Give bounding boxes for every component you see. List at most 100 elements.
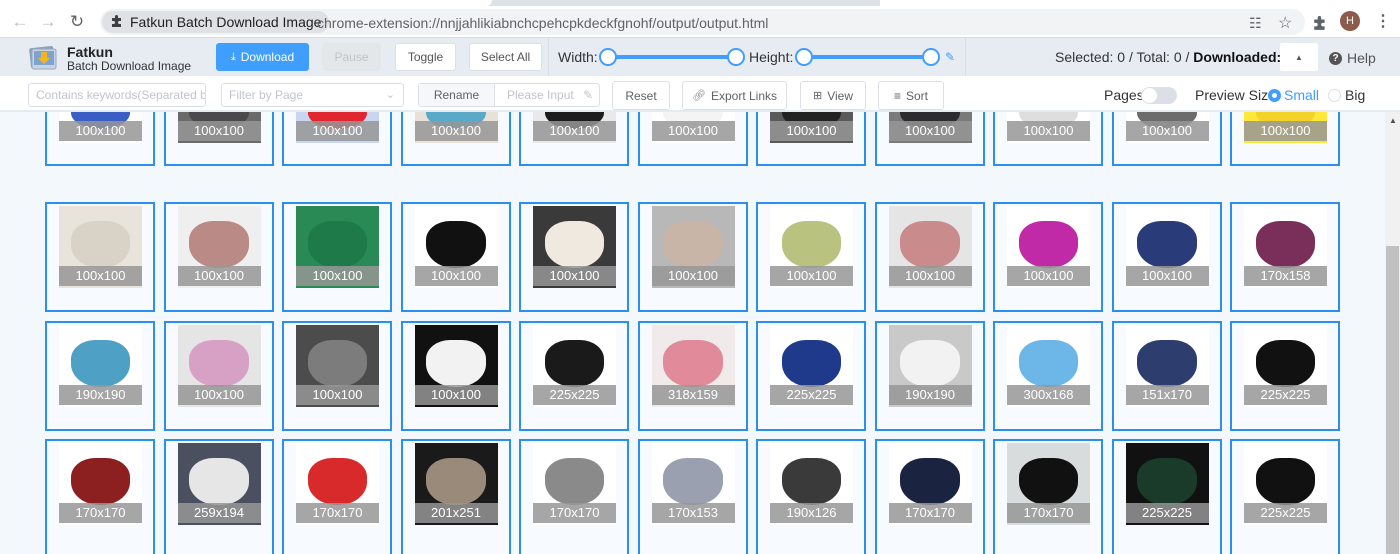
image-card[interactable]: 100x100 <box>163 202 274 312</box>
width-slider-track[interactable] <box>606 55 736 59</box>
image-card[interactable]: 100x100 <box>874 112 985 166</box>
image-card[interactable]: 201x251 <box>400 439 511 554</box>
image-card[interactable]: 100x100 <box>163 112 274 166</box>
preview-big-label[interactable]: Big <box>1345 87 1365 103</box>
header-divider <box>548 38 549 76</box>
height-slider-track[interactable] <box>803 55 931 59</box>
image-card[interactable]: 100x100 <box>1111 112 1222 166</box>
scroll-up-arrow-icon[interactable]: ▲ <box>1389 116 1397 125</box>
image-card[interactable]: 100x100 <box>756 202 866 312</box>
image-size-label: 100x100 <box>177 266 261 286</box>
image-card[interactable]: 300x168 <box>993 321 1103 431</box>
extensions-icon[interactable] <box>1313 16 1327 31</box>
image-card[interactable]: 151x170 <box>1111 321 1222 431</box>
scrollbar-thumb[interactable] <box>1386 246 1399 554</box>
toggle-button[interactable]: Toggle <box>395 43 456 71</box>
profile-avatar[interactable]: H <box>1340 11 1360 31</box>
image-card[interactable]: 170x170 <box>282 439 392 554</box>
image-content <box>426 457 486 506</box>
bookmark-star-icon[interactable]: ☆ <box>1278 13 1292 33</box>
image-card[interactable]: 100x100 <box>282 202 392 312</box>
image-size-label: 100x100 <box>414 266 498 286</box>
image-size-label: 190x190 <box>888 385 972 405</box>
forward-arrow-icon[interactable]: → <box>37 11 59 33</box>
image-card[interactable]: 100x100 <box>163 321 274 431</box>
image-content <box>1255 339 1316 388</box>
preview-big-radio[interactable] <box>1328 89 1341 102</box>
rename-input[interactable]: Please Input ✎ <box>495 84 599 106</box>
image-card[interactable]: 100x100 <box>637 202 748 312</box>
image-card[interactable]: 100x100 <box>993 202 1103 312</box>
view-button[interactable]: ⊞ View <box>800 81 866 110</box>
image-card[interactable]: 170x170 <box>519 439 629 554</box>
image-size-label: 300x168 <box>1007 385 1090 405</box>
image-card[interactable]: 170x158 <box>1230 202 1340 312</box>
image-card[interactable]: 318x159 <box>637 321 748 431</box>
rename-label[interactable]: Rename <box>419 84 495 106</box>
reset-button[interactable]: Reset <box>612 81 670 110</box>
image-card[interactable]: 100x100 <box>1111 202 1222 312</box>
rename-group: Rename Please Input ✎ <box>418 83 600 107</box>
image-card[interactable]: 100x100 <box>282 112 392 166</box>
image-card[interactable]: 100x100 <box>993 112 1103 166</box>
translate-icon[interactable]: ☷ <box>1249 15 1262 32</box>
image-card[interactable]: 190x190 <box>874 321 985 431</box>
image-card[interactable]: 190x126 <box>756 439 866 554</box>
preview-small-label[interactable]: Small <box>1284 87 1319 103</box>
image-card[interactable]: 100x100 <box>874 202 985 312</box>
image-card[interactable]: 225x225 <box>1230 321 1340 431</box>
image-card[interactable]: 225x225 <box>519 321 629 431</box>
page-filter-select[interactable]: Filter by Page ⌄ <box>221 83 404 107</box>
image-card[interactable]: 225x225 <box>1230 439 1340 554</box>
collapse-button[interactable]: ▲ <box>1280 43 1318 71</box>
image-card[interactable]: 100x100 <box>519 202 629 312</box>
extension-chip[interactable]: Fatkun Batch Download Image <box>102 11 330 33</box>
image-card[interactable]: 170x170 <box>45 439 155 554</box>
image-card[interactable]: 100x100 <box>519 112 629 166</box>
image-card[interactable]: 100x100 <box>756 112 866 166</box>
pause-button[interactable]: Pause <box>322 43 381 71</box>
pages-toggle-switch[interactable] <box>1141 87 1177 104</box>
url-text[interactable]: chrome-extension://nnjjahlikiabnchcpehcp… <box>317 15 768 31</box>
image-card[interactable]: 100x100 <box>400 202 511 312</box>
image-card[interactable]: 100x100 <box>637 112 748 166</box>
preview-small-radio[interactable] <box>1268 89 1281 102</box>
image-card[interactable]: 100x100 <box>282 321 392 431</box>
image-card[interactable]: 225x225 <box>756 321 866 431</box>
image-size-label: 190x190 <box>59 385 142 405</box>
export-links-button[interactable]: 🔗︎ Export Links <box>682 81 787 110</box>
image-card[interactable]: 100x100 <box>400 112 511 166</box>
image-card[interactable]: 170x170 <box>993 439 1103 554</box>
back-arrow-icon[interactable]: ← <box>9 11 31 33</box>
image-card[interactable]: 100x100 <box>45 202 155 312</box>
image-size-label: 100x100 <box>59 121 142 141</box>
image-card[interactable]: 100x100 <box>400 321 511 431</box>
brand-title: Fatkun <box>67 44 113 60</box>
reload-icon[interactable]: ↻ <box>66 11 88 33</box>
image-content <box>189 457 249 506</box>
keywords-placeholder: Contains keywords(Separated by comma) <box>36 88 205 102</box>
help-link[interactable]: ? Help <box>1329 50 1376 66</box>
image-card[interactable]: 100x100 <box>45 112 155 166</box>
image-card[interactable]: 100x100 <box>1230 112 1340 166</box>
edit-size-icon[interactable]: ✎ <box>945 50 955 64</box>
select-all-button[interactable]: Select All <box>469 43 542 71</box>
menu-kebab-icon[interactable]: ⋮ <box>1375 11 1391 31</box>
image-card[interactable]: 259x194 <box>163 439 274 554</box>
image-size-label: 100x100 <box>888 266 972 286</box>
height-slider-min-thumb[interactable] <box>795 48 813 66</box>
keywords-input[interactable]: Contains keywords(Separated by comma) <box>28 83 206 107</box>
width-slider-max-thumb[interactable] <box>727 48 745 66</box>
vertical-scrollbar[interactable]: ▲ <box>1385 112 1400 554</box>
height-slider-max-thumb[interactable] <box>922 48 940 66</box>
image-card[interactable]: 170x153 <box>637 439 748 554</box>
width-slider-min-thumb[interactable] <box>599 48 617 66</box>
image-size-label: 170x170 <box>1007 503 1090 523</box>
image-card[interactable]: 170x170 <box>874 439 985 554</box>
puzzle-icon <box>112 15 121 27</box>
download-button[interactable]: ⤓ Download <box>216 43 309 71</box>
image-card[interactable]: 190x190 <box>45 321 155 431</box>
image-card[interactable]: 225x225 <box>1111 439 1222 554</box>
sort-button[interactable]: ≡ Sort <box>878 81 944 110</box>
image-size-label: 151x170 <box>1125 385 1209 405</box>
